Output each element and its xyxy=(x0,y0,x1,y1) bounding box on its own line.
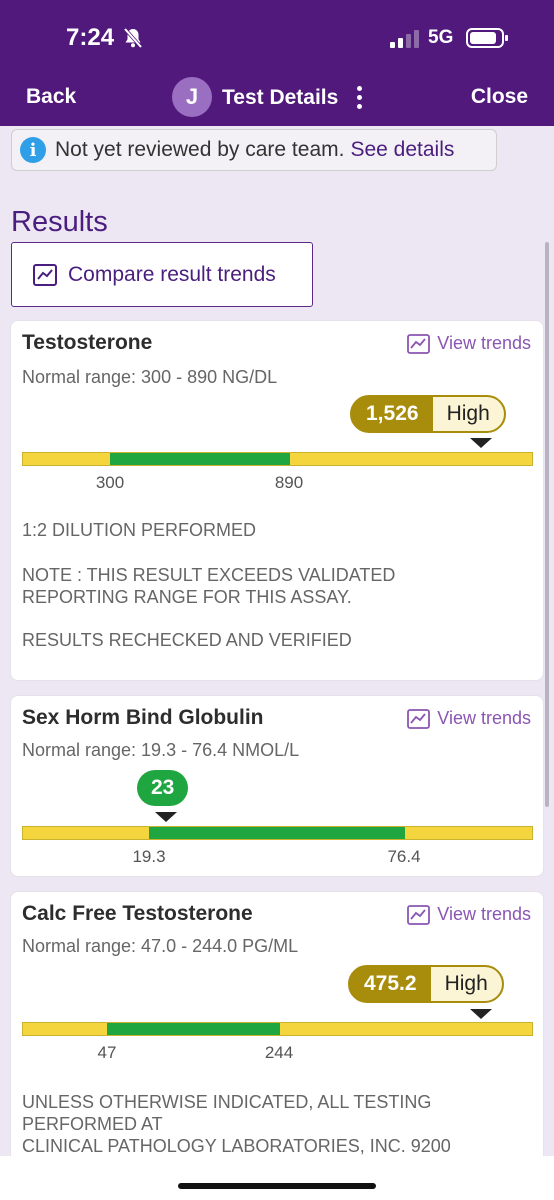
result-flag: High xyxy=(432,397,504,431)
page-title: Test Details xyxy=(222,86,339,109)
compare-trends-label: Compare result trends xyxy=(68,262,276,286)
network-type: 5G xyxy=(428,27,454,48)
range-high-tick: 890 xyxy=(274,473,304,492)
app-header: 7:24 5G Back J Test Details Close xyxy=(0,0,554,126)
compare-trends-button[interactable]: Compare result trends xyxy=(11,242,313,307)
range-low-tick: 47 xyxy=(97,1043,117,1062)
value-marker xyxy=(470,438,492,448)
result-title: Calc Free Testosterone xyxy=(22,902,253,925)
result-value: 1,526 xyxy=(366,402,419,425)
normal-range-segment xyxy=(107,1023,280,1035)
results-heading: Results xyxy=(11,206,108,238)
view-trends-link[interactable]: View trends xyxy=(407,904,531,925)
avatar[interactable]: J xyxy=(172,77,212,117)
normal-range: Normal range: 300 - 890 NG/DL xyxy=(22,367,278,387)
result-note: NOTE : THIS RESULT EXCEEDS VALIDATED xyxy=(22,565,396,585)
normal-range-segment xyxy=(149,827,405,839)
result-value-badge: 1,526 High xyxy=(350,395,506,433)
trend-chart-icon xyxy=(407,333,431,354)
back-button[interactable]: Back xyxy=(26,85,76,109)
range-bar xyxy=(22,452,533,466)
value-marker xyxy=(155,812,177,822)
result-note: 1:2 DILUTION PERFORMED xyxy=(22,520,257,540)
range-high-tick: 244 xyxy=(264,1043,294,1062)
range-low-tick: 300 xyxy=(95,473,125,492)
see-details-link[interactable]: See details xyxy=(350,138,454,162)
result-note: PERFORMED AT xyxy=(22,1114,163,1134)
view-trends-label: View trends xyxy=(437,904,531,924)
more-options-icon[interactable] xyxy=(352,84,366,112)
review-status-banner: i Not yet reviewed by care team. See det… xyxy=(11,129,497,171)
result-note: UNLESS OTHERWISE INDICATED, ALL TESTING xyxy=(22,1092,432,1112)
normal-range-segment xyxy=(110,453,290,465)
value-marker xyxy=(470,1009,492,1019)
result-note: CLINICAL PATHOLOGY LABORATORIES, INC. 92… xyxy=(22,1136,451,1156)
trend-chart-icon xyxy=(407,708,431,729)
status-time: 7:24 xyxy=(66,24,115,51)
review-status-text: Not yet reviewed by care team. xyxy=(55,138,345,161)
normal-range: Normal range: 47.0 - 244.0 PG/ML xyxy=(22,936,299,956)
battery-icon xyxy=(466,28,508,48)
result-flag: High xyxy=(430,967,502,1001)
view-trends-label: View trends xyxy=(437,333,531,353)
view-trends-link[interactable]: View trends xyxy=(407,333,531,354)
result-note: RESULTS RECHECKED AND VERIFIED xyxy=(22,630,352,650)
scrollbar[interactable] xyxy=(545,242,549,807)
result-value: 23 xyxy=(137,770,189,806)
result-note: REPORTING RANGE FOR THIS ASSAY. xyxy=(22,587,352,607)
result-title: Testosterone xyxy=(22,331,153,354)
result-card-free-testosterone: Calc Free Testosterone View trends Norma… xyxy=(11,892,543,1182)
home-indicator[interactable] xyxy=(178,1183,376,1189)
normal-range: Normal range: 19.3 - 76.4 NMOL/L xyxy=(22,740,300,760)
result-card-testosterone: Testosterone View trends Normal range: 3… xyxy=(11,321,543,680)
range-low-tick: 19.3 xyxy=(132,847,166,866)
bottom-safe-area xyxy=(0,1156,554,1200)
view-trends-label: View trends xyxy=(437,708,531,728)
view-trends-link[interactable]: View trends xyxy=(407,708,531,729)
info-icon: i xyxy=(20,137,46,163)
result-value-badge: 475.2 High xyxy=(348,965,504,1003)
bell-slash-icon xyxy=(123,27,143,49)
result-card-shbg: Sex Horm Bind Globulin View trends Norma… xyxy=(11,696,543,876)
result-value: 475.2 xyxy=(364,972,417,995)
trend-chart-icon xyxy=(407,904,431,925)
result-title: Sex Horm Bind Globulin xyxy=(22,706,264,729)
close-button[interactable]: Close xyxy=(471,85,528,109)
cellular-signal-icon xyxy=(390,30,419,48)
range-bar xyxy=(22,826,533,840)
range-bar xyxy=(22,1022,533,1036)
trend-chart-icon xyxy=(33,263,57,286)
range-high-tick: 76.4 xyxy=(387,847,421,866)
